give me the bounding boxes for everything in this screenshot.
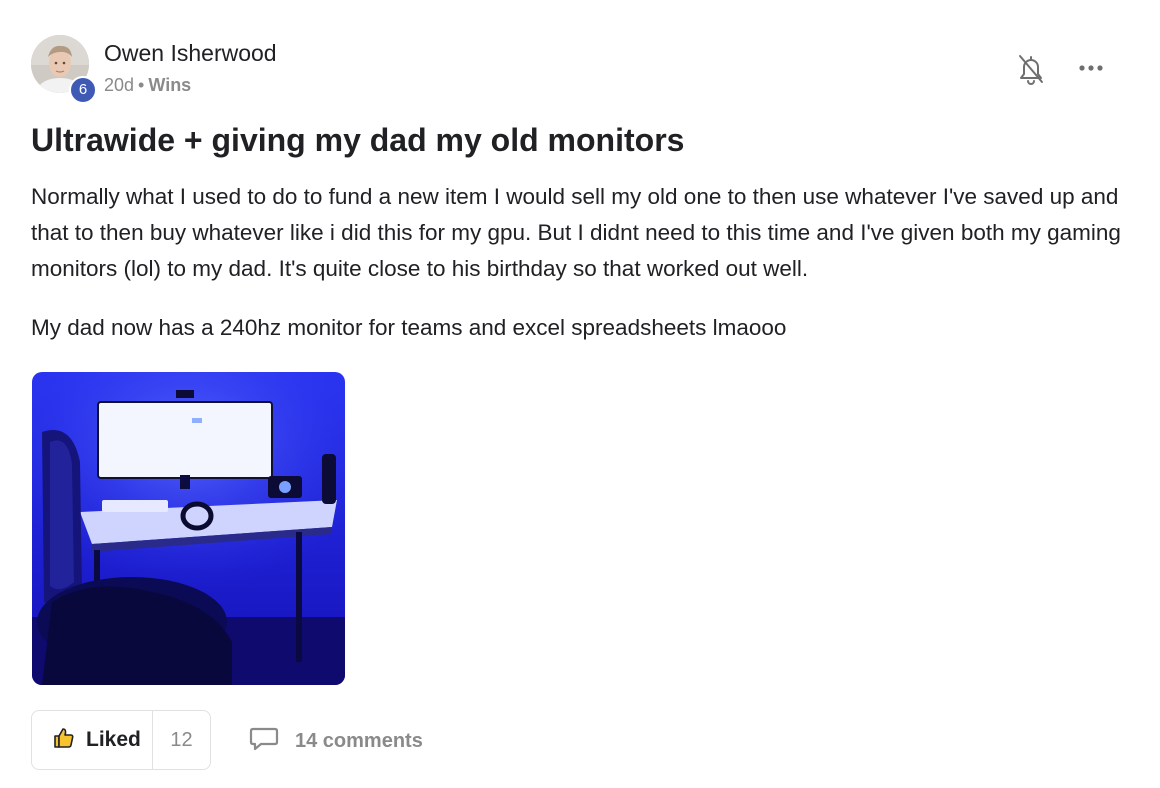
author-avatar-wrap[interactable]: 6 [31,35,97,104]
post-title: Ultrawide + giving my dad my old monitor… [31,122,685,158]
comment-icon [249,726,279,757]
post-card: 6 Owen Isherwood 20d • Wins Ultrawide + gi… [0,0,1160,788]
like-toggle[interactable]: Liked [32,711,153,769]
post-paragraph: Normally what I used to do to fund a new… [31,184,1121,281]
comments-button[interactable]: 14 comments [249,726,423,757]
comments-label: 14 comments [295,730,423,752]
post-meta: 20d • Wins [104,74,191,96]
post-age: 20d [104,75,135,95]
meta-separator: • [138,75,145,95]
like-label: Liked [86,728,141,751]
post-body: Normally what I used to do to fund a new… [31,179,1131,369]
more-horizontal-icon[interactable] [1077,58,1107,78]
post-image[interactable] [32,372,345,685]
like-button[interactable]: Liked 12 [31,710,211,770]
post-category[interactable]: Wins [148,75,191,95]
level-badge: 6 [69,76,97,104]
like-count[interactable]: 12 [153,729,210,752]
bell-off-icon[interactable] [1016,53,1046,85]
author-name[interactable]: Owen Isherwood [104,40,277,66]
thumbs-up-icon [52,726,76,755]
post-paragraph: My dad now has a 240hz monitor for teams… [31,315,787,340]
